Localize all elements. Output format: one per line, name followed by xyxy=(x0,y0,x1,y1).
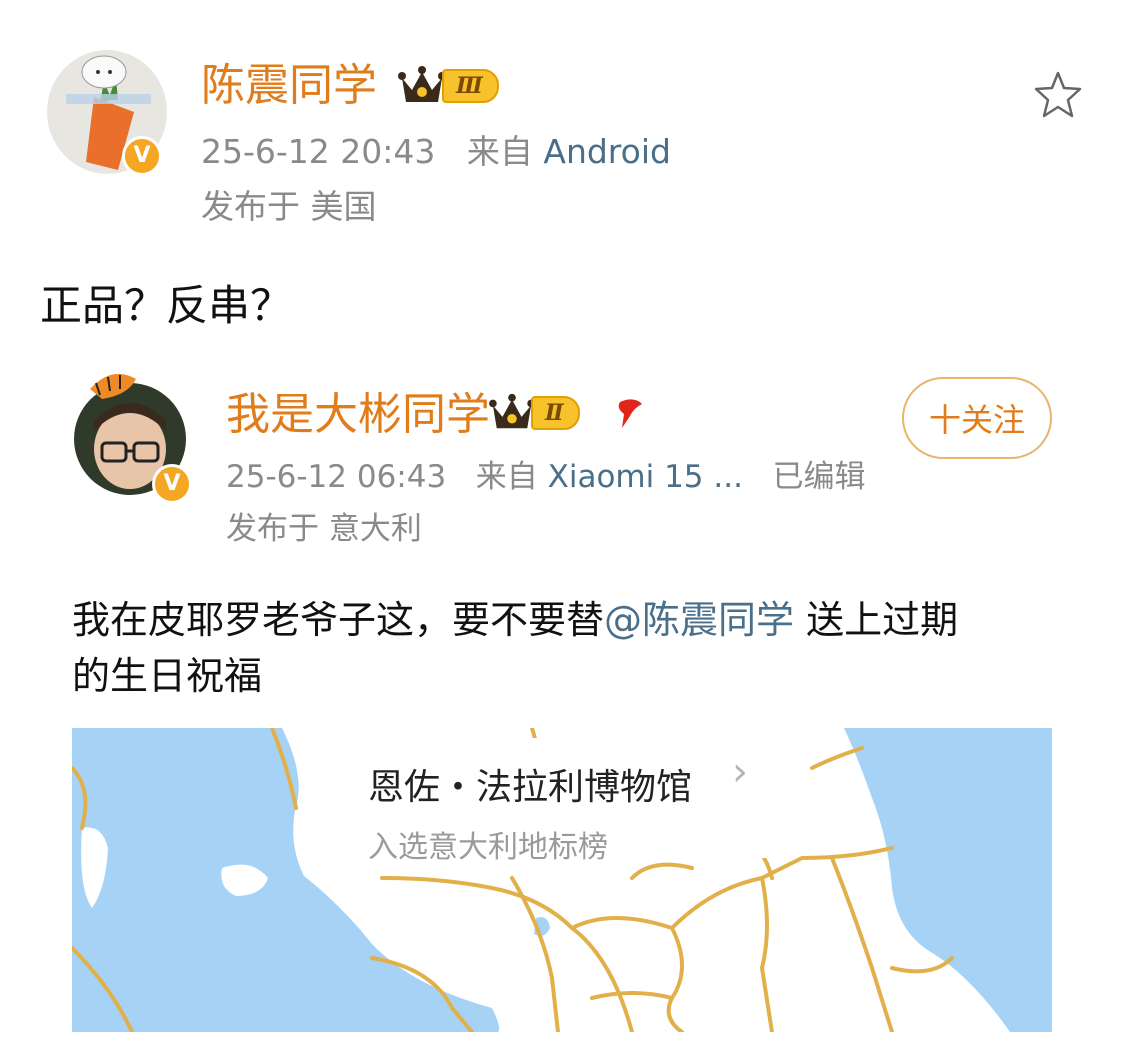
repost-timestamp: 25-6-12 06:43 xyxy=(226,459,447,495)
repost-meta: 25-6-12 06:43 来自 Xiaomi 15 ... 已编辑 xyxy=(226,462,866,493)
source-prefix: 来自 xyxy=(466,132,533,171)
repost-author-name[interactable]: 我是大彬同学 xyxy=(226,393,490,437)
edited-label: 已编辑 xyxy=(772,459,866,495)
repost-crown-icon xyxy=(489,393,535,429)
post-source: Android xyxy=(543,132,671,171)
member-level-badge: Ⅲ xyxy=(398,64,499,108)
place-subtitle: 入选意大利地标榜 xyxy=(368,830,608,865)
follow-button[interactable]: 十关注 xyxy=(902,377,1052,459)
repost-verified-badge-icon: V xyxy=(152,464,192,504)
post-location: 发布于 美国 xyxy=(201,187,377,226)
red-fish-badge-icon xyxy=(612,394,648,434)
favorite-button[interactable] xyxy=(1033,70,1083,120)
place-name: 恩佐・法拉利博物馆 xyxy=(368,767,693,808)
repost-text-line-1: 我在皮耶罗老爷子这，要不要替@陈震同学 送上过期 xyxy=(72,598,959,642)
post-meta: 25-6-12 20:43 来自 Android xyxy=(201,135,671,168)
location-map-card[interactable]: 恩佐・法拉利博物馆 › 入选意大利地标榜 xyxy=(72,728,1052,1032)
repost-location: 发布于 意大利 xyxy=(226,511,422,547)
repost-source: Xiaomi 15 ... xyxy=(547,459,743,495)
author-name[interactable]: 陈震同学 xyxy=(201,64,377,108)
level-text: Ⅲ xyxy=(442,69,499,103)
post-text: 正品？反串？ xyxy=(40,281,293,330)
mention-link[interactable]: @陈震同学 xyxy=(604,598,794,642)
post-timestamp: 25-6-12 20:43 xyxy=(201,132,436,171)
crown-icon xyxy=(398,66,446,102)
repost-text-line-2: 的生日祝福 xyxy=(72,654,263,698)
repost-source-prefix: 来自 xyxy=(475,459,538,495)
verified-badge-icon: V xyxy=(122,136,162,176)
chevron-right-icon: › xyxy=(732,749,748,795)
repost-member-level-badge: Ⅱ xyxy=(489,392,580,434)
map-info-box[interactable]: 恩佐・法拉利博物馆 › 入选意大利地标榜 xyxy=(348,738,768,865)
star-outline-icon xyxy=(1034,71,1082,118)
repost-level-text: Ⅱ xyxy=(531,396,580,430)
repost-text: 我在皮耶罗老爷子这，要不要替@陈震同学 送上过期 的生日祝福 xyxy=(72,592,958,704)
